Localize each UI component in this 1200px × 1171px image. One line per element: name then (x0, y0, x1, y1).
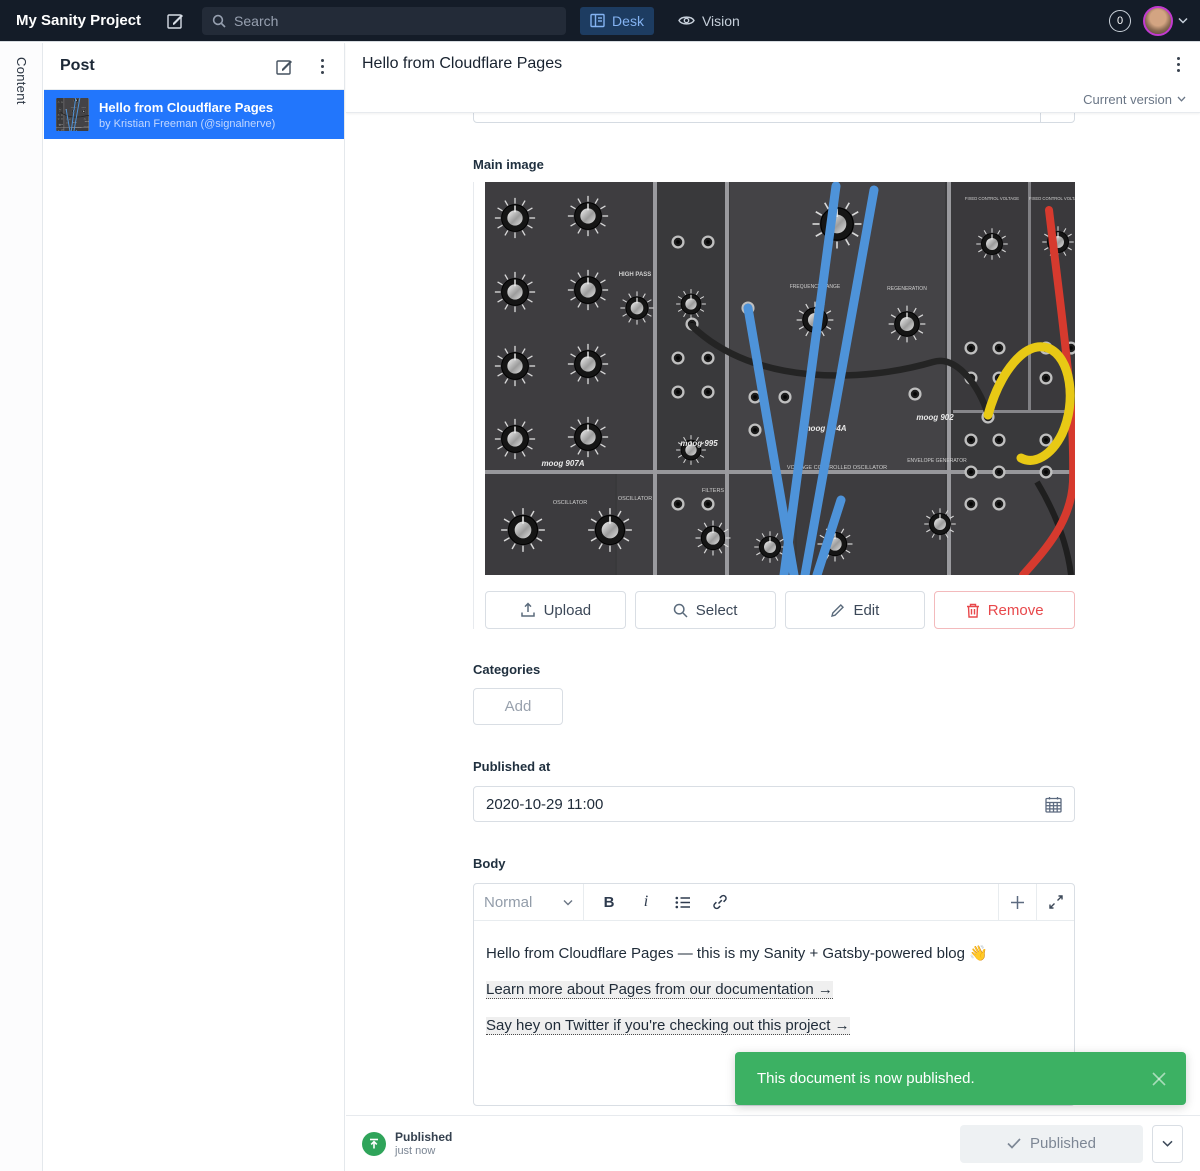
publish-arrow-icon (368, 1138, 380, 1150)
categories-label: Categories (473, 662, 1075, 677)
tab-vision-label: Vision (702, 13, 740, 29)
upload-icon (520, 602, 536, 618)
published-at-label: Published at (473, 759, 1075, 774)
link-button[interactable] (708, 890, 732, 914)
tab-desk-label: Desk (612, 13, 644, 29)
eye-icon (678, 14, 695, 27)
insert-block-button[interactable] (998, 884, 1036, 920)
version-label: Current version (1083, 92, 1172, 107)
editor-toolbar: Normal B i (474, 884, 1074, 921)
rail-tab-content[interactable]: Content (14, 57, 29, 105)
body-label: Body (473, 856, 1075, 871)
search-icon (212, 14, 226, 28)
notifications-badge[interactable]: 0 (1109, 10, 1131, 32)
fullscreen-button[interactable] (1036, 884, 1074, 920)
calendar-icon[interactable] (1045, 796, 1062, 813)
version-selector[interactable]: Current version (1083, 92, 1186, 107)
bold-button[interactable]: B (597, 890, 621, 914)
avatar (1143, 6, 1173, 36)
list-item-title: Hello from Cloudflare Pages (99, 100, 275, 115)
list-menu-button[interactable] (317, 55, 328, 78)
magnifier-icon (673, 603, 688, 618)
body-editor-content[interactable]: Hello from Cloudflare Pages — this is my… (474, 921, 1074, 1036)
chevron-down-icon (1178, 17, 1188, 24)
publish-menu-button[interactable] (1152, 1125, 1183, 1163)
list-item[interactable]: Hello from Cloudflare Pages by Kristian … (44, 90, 344, 139)
link-icon (712, 894, 728, 910)
search-input[interactable] (234, 13, 534, 29)
list-pane-title: Post (60, 57, 95, 75)
tab-desk[interactable]: Desk (580, 7, 654, 35)
tab-vision[interactable]: Vision (668, 7, 750, 35)
list-pane-header: Post (44, 43, 344, 90)
bullet-list-button[interactable] (671, 890, 695, 914)
document-menu-button[interactable] (1173, 53, 1184, 76)
select-label: Select (696, 602, 738, 619)
document-footer: Published just now Published (346, 1115, 1200, 1171)
chevron-down-icon (1177, 96, 1186, 102)
user-menu[interactable] (1143, 6, 1188, 36)
body-link-docs[interactable]: Learn more about Pages from our document… (486, 981, 833, 999)
close-icon[interactable] (1150, 1070, 1168, 1088)
list-item-subtitle: by Kristian Freeman (@signalnerve) (99, 118, 275, 130)
tool-rail: Content (0, 43, 43, 1171)
document-list-pane: Post Hello from Cloudflare Pages by Kris… (44, 43, 345, 1171)
bullet-list-icon (675, 896, 691, 909)
compose-button[interactable] (167, 12, 184, 29)
document-pane: Hello from Cloudflare Pages Current vers… (346, 43, 1200, 1171)
text-style-value: Normal (484, 894, 563, 911)
chevron-down-icon (563, 899, 573, 906)
document-form-scroll[interactable]: Main image Upload (346, 113, 1200, 1115)
published-status-icon (362, 1132, 386, 1156)
top-navbar: My Sanity Project Desk Vision 0 (0, 0, 1200, 42)
main-image-field: Upload Select Edit (473, 182, 1075, 629)
expand-icon (1049, 895, 1063, 909)
publish-status-chip: Published just now (362, 1130, 452, 1157)
synth-photo (485, 182, 1075, 575)
publish-toast: This document is now published. (735, 1052, 1186, 1105)
published-button-label: Published (1030, 1135, 1096, 1152)
main-image-preview[interactable] (485, 182, 1075, 575)
published-at-field (473, 786, 1075, 822)
project-title: My Sanity Project (16, 12, 141, 29)
clipped-field-input[interactable] (473, 113, 1075, 123)
remove-button[interactable]: Remove (934, 591, 1075, 629)
publish-time-text: just now (395, 1145, 452, 1157)
publish-status-text: Published (395, 1130, 452, 1144)
body-paragraph: Hello from Cloudflare Pages — this is my… (486, 944, 1062, 964)
compose-icon (167, 12, 184, 29)
text-style-select[interactable]: Normal (474, 884, 584, 920)
new-document-button[interactable] (276, 58, 293, 75)
compose-icon (276, 58, 293, 75)
search-field[interactable] (202, 7, 566, 35)
remove-label: Remove (988, 602, 1044, 619)
add-category-button[interactable]: Add (473, 688, 563, 725)
edit-label: Edit (853, 602, 879, 619)
body-link-twitter[interactable]: Say hey on Twitter if you're checking ou… (486, 1017, 850, 1035)
check-icon (1007, 1138, 1021, 1149)
italic-button[interactable]: i (634, 890, 658, 914)
document-header: Hello from Cloudflare Pages Current vers… (346, 43, 1200, 113)
main-image-label: Main image (473, 157, 1075, 172)
upload-label: Upload (544, 602, 592, 619)
list-item-thumbnail (56, 98, 89, 131)
toast-message: This document is now published. (757, 1070, 1150, 1087)
desk-icon (590, 13, 605, 28)
trash-icon (966, 603, 980, 618)
edit-button[interactable]: Edit (785, 591, 926, 629)
published-at-input[interactable] (486, 796, 1045, 813)
synth-thumbnail-image (56, 98, 89, 131)
upload-button[interactable]: Upload (485, 591, 626, 629)
select-button[interactable]: Select (635, 591, 776, 629)
document-title: Hello from Cloudflare Pages (362, 55, 562, 73)
plus-icon (1010, 895, 1025, 910)
pencil-icon (830, 603, 845, 618)
chevron-down-icon (1162, 1140, 1173, 1147)
published-button[interactable]: Published (960, 1125, 1143, 1163)
